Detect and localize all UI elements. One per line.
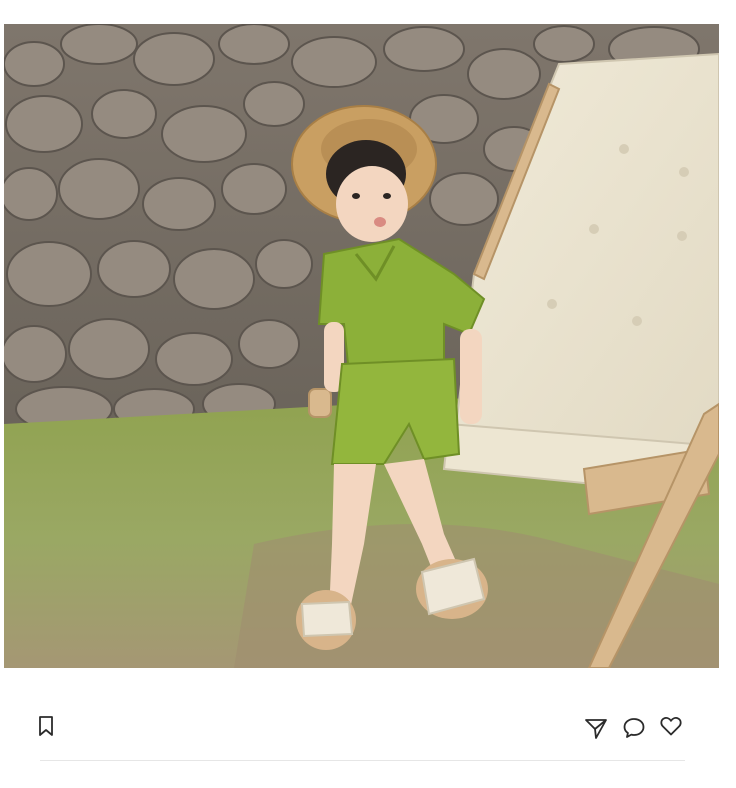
- post-photo-illustration: [4, 24, 719, 668]
- divider: [40, 760, 685, 761]
- post-action-bar: [0, 700, 736, 752]
- heart-icon: [660, 717, 682, 736]
- comment-button[interactable]: [620, 714, 648, 742]
- send-icon: [585, 719, 607, 739]
- comment-icon: [623, 718, 645, 738]
- share-button[interactable]: [582, 714, 610, 742]
- like-button[interactable]: [657, 712, 685, 740]
- bookmark-icon: [39, 716, 53, 736]
- post-photo[interactable]: [4, 24, 719, 668]
- bookmark-button[interactable]: [32, 712, 60, 740]
